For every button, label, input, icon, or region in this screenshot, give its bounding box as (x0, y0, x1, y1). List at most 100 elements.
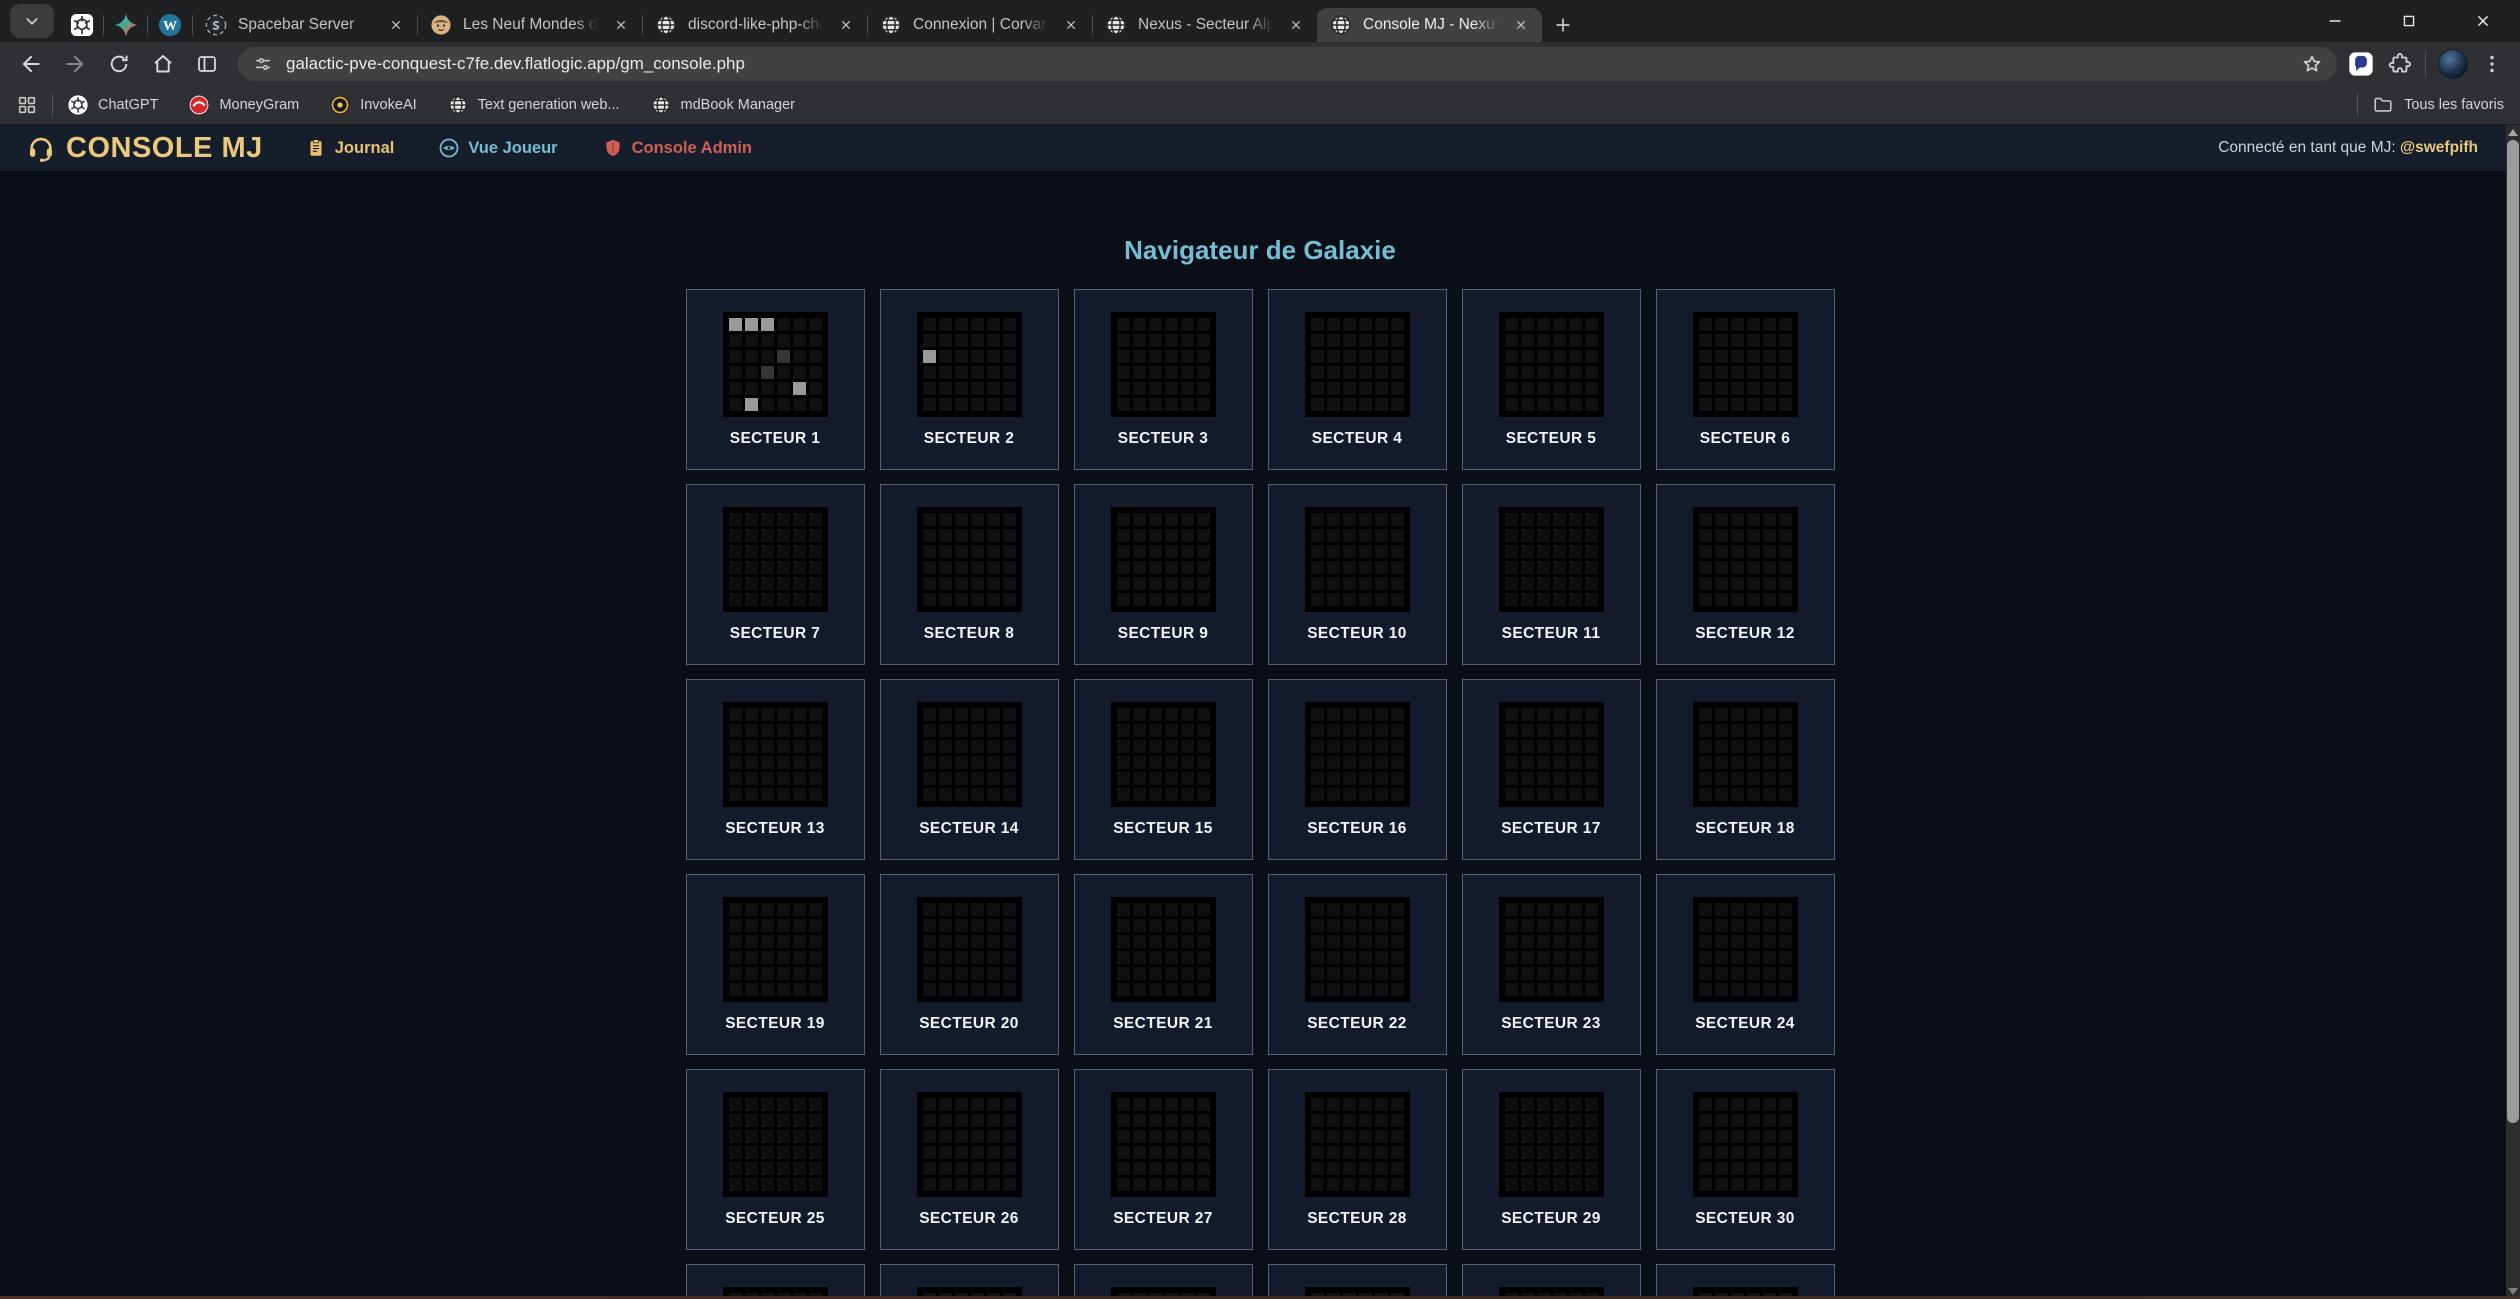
all-bookmarks-button[interactable]: Tous les favoris (2372, 94, 2504, 116)
sector-card-22[interactable]: SECTEUR 22 (1268, 874, 1447, 1055)
sector-card-33[interactable]: SECTEUR 33 (1074, 1264, 1253, 1299)
sector-card-17[interactable]: SECTEUR 17 (1462, 679, 1641, 860)
sector-card-4[interactable]: SECTEUR 4 (1268, 289, 1447, 470)
sector-card-29[interactable]: SECTEUR 29 (1462, 1069, 1641, 1250)
bookmark-item[interactable]: ChatGPT (67, 94, 158, 116)
sector-card-13[interactable]: SECTEUR 13 (686, 679, 865, 860)
pinned-tab[interactable]: W (148, 8, 192, 42)
sector-cell (923, 967, 936, 980)
bookmark-star-button[interactable] (2293, 49, 2331, 79)
sector-card-36[interactable]: SECTEUR 36 (1656, 1264, 1835, 1299)
tab-close-icon[interactable] (1508, 12, 1534, 38)
sector-card-24[interactable]: SECTEUR 24 (1656, 874, 1835, 1055)
pinned-tab[interactable] (104, 8, 148, 42)
nav-item-journal[interactable]: Journal (305, 137, 395, 159)
sector-card-20[interactable]: SECTEUR 20 (880, 874, 1059, 1055)
browser-tab[interactable]: Spacebar Server (192, 8, 417, 42)
sector-cell (1505, 366, 1518, 379)
bookmark-item[interactable]: MoneyGram (188, 94, 299, 116)
sector-cell (1553, 561, 1566, 574)
sector-cell (1699, 708, 1712, 721)
sector-card-35[interactable]: SECTEUR 35 (1462, 1264, 1641, 1299)
sector-card-27[interactable]: SECTEUR 27 (1074, 1069, 1253, 1250)
page-content: CONSOLE MJ Journal Vue Joueur Console Admi… (0, 125, 2520, 1299)
bookmark-item[interactable]: mdBook Manager (650, 94, 795, 116)
sector-cell (1391, 724, 1404, 737)
sector-card-3[interactable]: SECTEUR 3 (1074, 289, 1253, 470)
browser-tab[interactable]: Les Neuf Mondes de la Mytholo (417, 8, 642, 42)
sector-card-6[interactable]: SECTEUR 6 (1656, 289, 1835, 470)
sector-cell (793, 561, 806, 574)
forward-button[interactable] (54, 44, 96, 84)
browser-tab[interactable]: Console MJ - Nexus (1317, 8, 1542, 42)
sector-cell (1375, 919, 1388, 932)
tab-close-icon[interactable] (383, 12, 409, 38)
sector-card-31[interactable]: SECTEUR 31 (686, 1264, 865, 1299)
sector-card-5[interactable]: SECTEUR 5 (1462, 289, 1641, 470)
extension-pin-icon[interactable] (2347, 50, 2375, 78)
sector-card-2[interactable]: SECTEUR 2 (880, 289, 1059, 470)
browser-tab[interactable]: Nexus - Secteur Alpha [G1] (1092, 8, 1317, 42)
sector-card-28[interactable]: SECTEUR 28 (1268, 1069, 1447, 1250)
back-button[interactable] (10, 44, 52, 84)
sector-card-12[interactable]: SECTEUR 12 (1656, 484, 1835, 665)
sector-card-8[interactable]: SECTEUR 8 (880, 484, 1059, 665)
address-bar[interactable]: galactic-pve-conquest-c7fe.dev.flatlogic… (238, 47, 2337, 81)
sector-card-30[interactable]: SECTEUR 30 (1656, 1069, 1835, 1250)
tab-close-icon[interactable] (1058, 12, 1084, 38)
tab-search-button[interactable] (10, 4, 54, 38)
sector-cell (1715, 740, 1728, 753)
browser-tab[interactable]: Connexion | Corvara (867, 8, 1092, 42)
extensions-puzzle-icon[interactable] (2387, 51, 2413, 77)
scroll-up-icon[interactable] (2508, 129, 2518, 136)
browser-menu-icon[interactable] (2480, 52, 2504, 76)
scroll-down-icon[interactable] (2508, 1288, 2518, 1295)
sector-card-19[interactable]: SECTEUR 19 (686, 874, 865, 1055)
maximize-button[interactable] (2372, 0, 2446, 42)
bookmark-item[interactable]: Text generation web... (447, 94, 620, 116)
sector-card-9[interactable]: SECTEUR 9 (1074, 484, 1253, 665)
sector-card-25[interactable]: SECTEUR 25 (686, 1069, 865, 1250)
sector-card-23[interactable]: SECTEUR 23 (1462, 874, 1641, 1055)
sector-card-21[interactable]: SECTEUR 21 (1074, 874, 1253, 1055)
url-text[interactable]: galactic-pve-conquest-c7fe.dev.flatlogic… (286, 54, 2281, 74)
close-button[interactable] (2446, 0, 2520, 42)
home-button[interactable] (142, 44, 184, 84)
apps-grid-icon[interactable] (16, 94, 38, 116)
app-brand[interactable]: CONSOLE MJ (26, 132, 263, 165)
sector-card-11[interactable]: SECTEUR 11 (1462, 484, 1641, 665)
page-scrollbar[interactable] (2506, 125, 2520, 1299)
nav-item-vue-joueur[interactable]: Vue Joueur (438, 137, 557, 159)
tab-close-icon[interactable] (608, 12, 634, 38)
sector-cell (1117, 772, 1130, 785)
sector-card-14[interactable]: SECTEUR 14 (880, 679, 1059, 860)
new-tab-button[interactable] (1542, 8, 1584, 42)
browser-tab[interactable]: discord-like-php-chat-7262.dev (642, 8, 867, 42)
scrollbar-thumb[interactable] (2507, 140, 2519, 1123)
sector-card-18[interactable]: SECTEUR 18 (1656, 679, 1835, 860)
minimize-button[interactable] (2298, 0, 2372, 42)
sector-cell (1763, 1146, 1776, 1159)
sector-cell (1327, 903, 1340, 916)
profile-avatar[interactable] (2438, 49, 2468, 79)
sector-card-32[interactable]: SECTEUR 32 (880, 1264, 1059, 1299)
sector-card-15[interactable]: SECTEUR 15 (1074, 679, 1253, 860)
sector-card-1[interactable]: SECTEUR 1 (686, 289, 865, 470)
reload-button[interactable] (98, 44, 140, 84)
side-panel-button[interactable] (186, 44, 228, 84)
tab-close-icon[interactable] (1283, 12, 1309, 38)
bookmark-item[interactable]: InvokeAI (329, 94, 416, 116)
sector-cell (777, 724, 790, 737)
sector-cell (1311, 561, 1324, 574)
pinned-tab[interactable] (60, 8, 104, 42)
tab-close-icon[interactable] (833, 12, 859, 38)
sector-card-34[interactable]: SECTEUR 34 (1268, 1264, 1447, 1299)
nav-item-console-admin[interactable]: Console Admin (602, 137, 752, 159)
sector-cell (809, 919, 822, 932)
sector-card-10[interactable]: SECTEUR 10 (1268, 484, 1447, 665)
sector-card-16[interactable]: SECTEUR 16 (1268, 679, 1447, 860)
site-info-icon[interactable] (252, 53, 274, 75)
sector-card-26[interactable]: SECTEUR 26 (880, 1069, 1059, 1250)
sector-cell (809, 708, 822, 721)
sector-card-7[interactable]: SECTEUR 7 (686, 484, 865, 665)
